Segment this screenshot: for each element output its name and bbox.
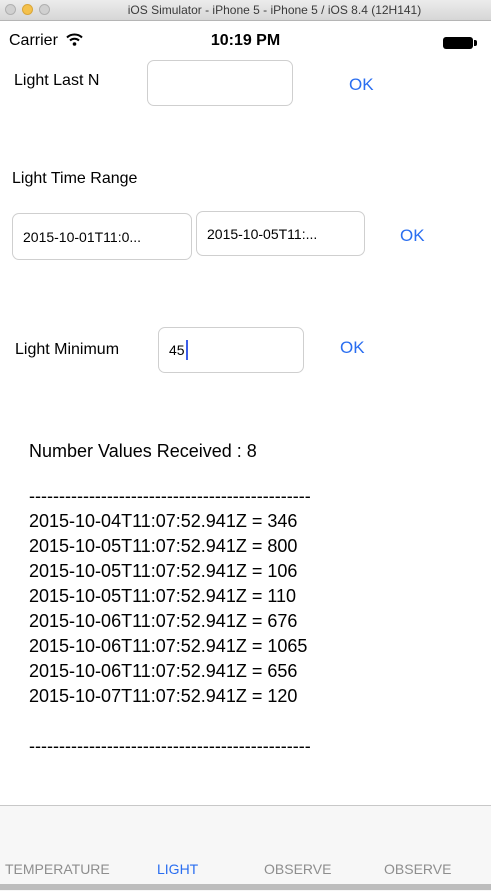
minimum-input-value: 45 [169,342,185,358]
status-bar: Carrier 10:19 PM [0,21,491,49]
last-n-label: Light Last N [14,72,100,89]
last-n-input[interactable] [147,60,293,106]
tab-observe-2[interactable]: OBSERVE [384,861,451,877]
result-row: 2015-10-05T11:07:52.941Z = 110 [29,586,297,606]
result-row: 2015-10-06T11:07:52.941Z = 1065 [29,636,308,656]
tab-observe[interactable]: OBSERVE [264,861,331,877]
tab-temperature[interactable]: TEMPERATURE [5,861,110,877]
result-row: 2015-10-06T11:07:52.941Z = 676 [29,611,298,631]
window-bottom-edge [0,884,491,890]
minimum-ok-button[interactable]: OK [340,338,365,358]
time-range-end-input[interactable]: 2015-10-05T11:... [196,211,365,256]
tab-light[interactable]: LIGHT [157,861,198,877]
battery-icon [443,37,477,49]
time-range-label: Light Time Range [12,170,138,187]
separator-top: ----------------------------------------… [29,486,311,506]
time-range-ok-button[interactable]: OK [400,226,425,246]
result-row: 2015-10-05T11:07:52.941Z = 106 [29,561,298,581]
results-text: Number Values Received : 8 -------------… [29,439,311,759]
text-caret [185,340,188,360]
values-count: Number Values Received : 8 [29,441,257,461]
window-title: iOS Simulator - iPhone 5 - iPhone 5 / iO… [127,3,422,17]
result-row: 2015-10-06T11:07:52.941Z = 656 [29,661,298,681]
minimum-input[interactable]: 45 [158,327,304,373]
window-titlebar: iOS Simulator - iPhone 5 - iPhone 5 / iO… [0,0,491,21]
last-n-ok-button[interactable]: OK [349,75,374,95]
status-time: 10:19 PM [210,32,281,49]
simulator-screen: Carrier 10:19 PM Light Last N OK Light T… [0,21,491,891]
separator-bottom: ----------------------------------------… [29,736,311,756]
minimum-label: Light Minimum [15,341,120,358]
result-row: 2015-10-07T11:07:52.941Z = 120 [29,686,298,706]
result-row: 2015-10-04T11:07:52.941Z = 346 [29,511,298,531]
tab-bar: TEMPERATURE LIGHT OBSERVE OBSERVE [0,805,491,891]
result-row: 2015-10-05T11:07:52.941Z = 800 [29,536,298,556]
time-range-start-input[interactable]: 2015-10-01T11:0... [12,213,192,260]
